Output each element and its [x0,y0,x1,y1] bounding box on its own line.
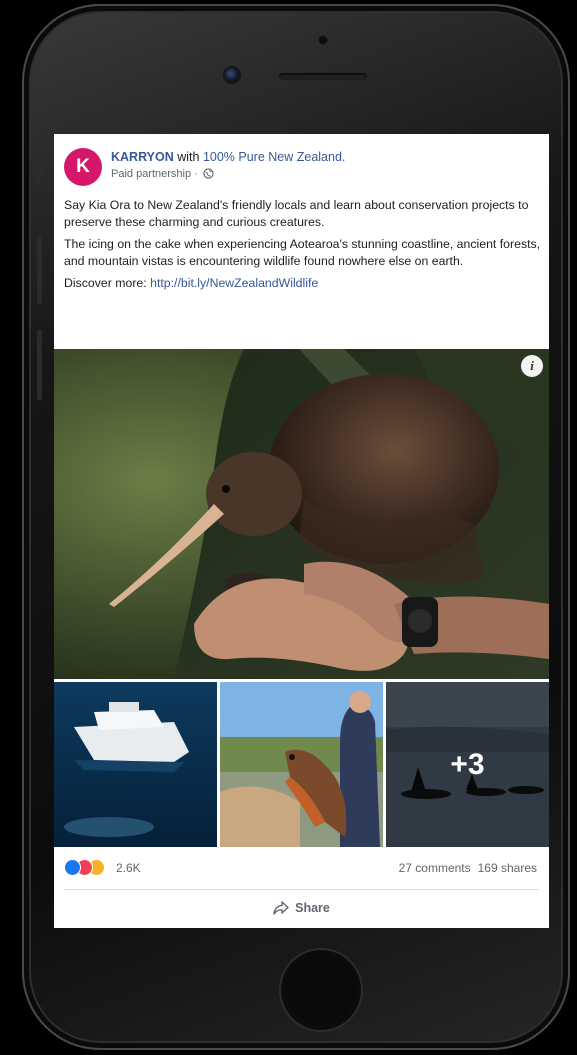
post-text: Say Kia Ora to New Zealand's friendly lo… [64,197,542,297]
info-icon[interactable]: i [521,355,543,377]
thumb-kaka-parrot[interactable] [220,682,383,847]
home-button[interactable] [279,948,363,1032]
footer-divider [64,889,539,890]
photo-grid: +3 [54,682,549,847]
more-photos-overlay[interactable]: +3 [386,682,549,847]
thumb-boat[interactable] [54,682,217,847]
reaction-count: 2.6K [116,861,141,875]
page-name-link[interactable]: KARRYON [111,150,174,164]
globe-icon [203,168,214,182]
share-label: Share [295,901,330,915]
share-icon [273,901,289,915]
mute-switch [37,146,42,182]
post-paragraph-1: Say Kia Ora to New Zealand's friendly lo… [64,198,529,229]
discover-label: Discover more: [64,276,151,290]
avatar[interactable]: K [64,148,102,186]
author-line: KARRYON with 100% Pure New Zealand. [111,150,345,164]
facebook-post: K KARRYON with 100% Pure New Zealand. Pa… [54,134,549,928]
thumb-orcas[interactable]: +3 [386,682,549,847]
engagement-bar: 2.6K 27 comments 169 shares [64,859,539,877]
post-meta: Paid partnership · [111,168,214,182]
shares-count[interactable]: 169 shares [478,861,537,875]
post-header: K KARRYON with 100% Pure New Zealand. Pa… [64,148,539,188]
discover-link[interactable]: http://bit.ly/NewZealandWildlife [150,276,318,290]
post-paragraph-2: The icing on the cake when experiencing … [64,237,541,268]
main-photo-kiwi[interactable]: i [54,349,549,679]
like-reaction-icon [64,859,81,876]
sponsored-label: Paid partnership · [111,168,201,180]
share-button[interactable]: Share [54,892,549,924]
comments-count[interactable]: 27 comments [399,861,471,875]
avatar-letter: K [76,156,90,177]
earpiece-speaker [279,73,367,80]
front-camera [225,68,239,82]
discover-line: Discover more: http://bit.ly/NewZealandW… [64,275,542,292]
partner-name-link[interactable]: 100% Pure New Zealand. [203,150,345,164]
comment-share-counts: 27 comments 169 shares [399,861,537,875]
volume-down-button [37,330,42,400]
with-text: with [177,150,200,164]
proximity-sensor [319,36,327,44]
volume-up-button [37,236,42,304]
